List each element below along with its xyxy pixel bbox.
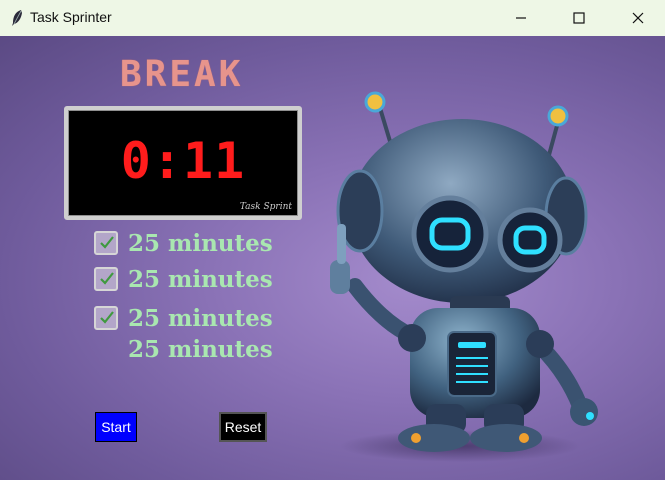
main-area: BREAK 0:11 Task Sprint 25 minutes 25 min…	[0, 36, 665, 480]
display-brand: Task Sprint	[239, 202, 292, 212]
session-label-1: 25 minutes	[128, 229, 273, 257]
window-title: Task Sprinter	[30, 9, 112, 25]
session-checkbox-1[interactable]	[94, 231, 118, 255]
session-label-3: 25 minutes	[128, 304, 273, 332]
maximize-icon	[573, 12, 585, 24]
session-label-2: 25 minutes	[128, 265, 273, 293]
close-button[interactable]	[615, 0, 661, 36]
session-row-1: 25 minutes	[94, 228, 273, 258]
session-row-3: 25 minutes	[94, 303, 273, 333]
session-label-4: 25 minutes	[128, 336, 273, 363]
check-icon	[100, 236, 114, 249]
minimize-icon	[516, 17, 526, 19]
session-row-2: 25 minutes	[94, 264, 273, 294]
start-button[interactable]: Start	[95, 412, 137, 442]
mode-label: BREAK	[120, 54, 244, 95]
feather-icon	[12, 10, 22, 26]
session-checkbox-3[interactable]	[94, 306, 118, 330]
robot-illustration	[330, 91, 598, 462]
maximize-button[interactable]	[556, 0, 602, 36]
title-bar: Task Sprinter	[0, 0, 665, 36]
minimize-button[interactable]	[498, 0, 544, 36]
check-icon	[100, 311, 114, 324]
session-checkbox-2[interactable]	[94, 267, 118, 291]
close-icon	[632, 12, 644, 24]
check-icon	[100, 272, 114, 285]
reset-button[interactable]: Reset	[219, 412, 267, 442]
timer-readout: 0:11	[120, 132, 246, 190]
timer-display: 0:11 Task Sprint	[64, 106, 302, 220]
